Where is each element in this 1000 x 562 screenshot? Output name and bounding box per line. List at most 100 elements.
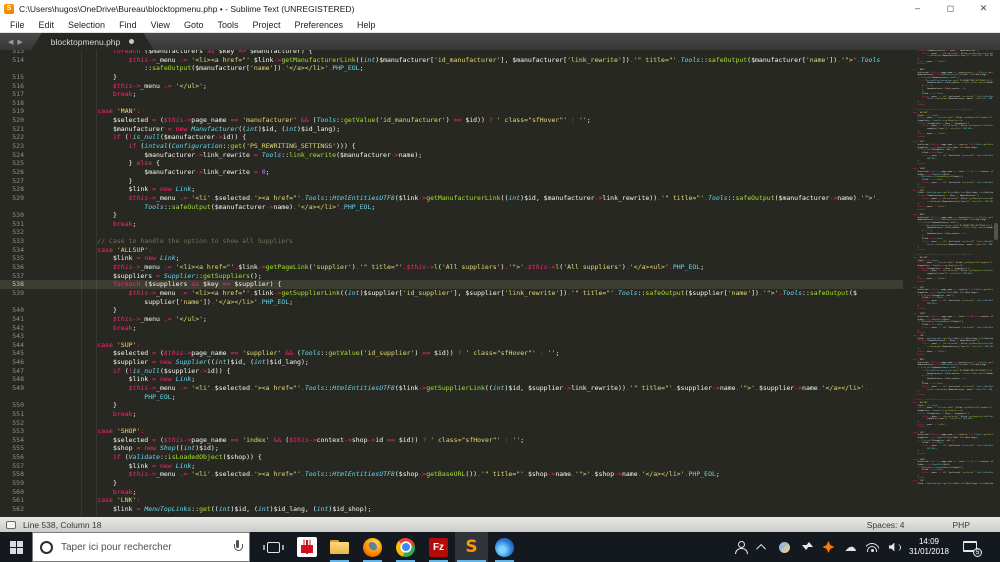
filezilla-taskbar-button[interactable]: Fz xyxy=(422,532,455,562)
code-line[interactable]: 544 case 'SUP': xyxy=(0,341,903,350)
minimap[interactable]: foreach ($manufacturers as $key => $manu… xyxy=(903,50,993,517)
code-line[interactable]: 526 $manufacturer->link_rewrite = 0; xyxy=(0,168,903,177)
menu-edit[interactable]: Edit xyxy=(32,17,62,33)
code-line[interactable]: ::safeOutput($manufacturer['name']).'</a… xyxy=(0,64,903,73)
code-line[interactable]: 519 case 'MAN': xyxy=(0,107,903,116)
menu-find[interactable]: Find xyxy=(112,17,144,33)
code-line[interactable]: 549 $this->_menu .= '<li'.$selected.'><a… xyxy=(0,384,903,393)
menu-file[interactable]: File xyxy=(3,17,32,33)
code-line[interactable]: 524 $manufacturer->link_rewrite = Tools:… xyxy=(0,151,903,160)
code-line[interactable]: 542 break; xyxy=(0,324,903,333)
code-line[interactable]: 531 break; xyxy=(0,220,903,229)
code-line[interactable]: 521 $manufacturer = new Manufacturer((in… xyxy=(0,125,903,134)
line-number: 549 xyxy=(12,383,24,392)
code-line[interactable]: 555 $shop = new Shop((int)$id); xyxy=(0,444,903,453)
code-line[interactable]: 560 break; xyxy=(0,488,903,497)
code-line[interactable]: 562 $link = MenuTopLinks::get((int)$id, … xyxy=(0,505,903,514)
gift-app-taskbar-button[interactable] xyxy=(290,532,323,562)
menu-selection[interactable]: Selection xyxy=(61,17,112,33)
sublime-taskbar-button[interactable]: S xyxy=(455,532,488,562)
taskbar-search-input[interactable]: Taper ici pour rechercher xyxy=(32,532,250,562)
code-line[interactable]: 556 if (Validate::isLoadedObject($shop))… xyxy=(0,453,903,462)
code-line[interactable]: 539 $this->_menu .= '<li><a href="'.$lin… xyxy=(0,289,903,298)
chrome-taskbar-button[interactable] xyxy=(389,532,422,562)
people-icon[interactable] xyxy=(734,540,748,554)
code-text: $link = new Link; xyxy=(922,324,943,327)
dropbox-icon[interactable] xyxy=(800,541,813,554)
browser-blue-taskbar-button[interactable] xyxy=(488,532,521,562)
folder-taskbar-button[interactable] xyxy=(323,532,356,562)
code-line[interactable]: 527 } xyxy=(0,177,903,186)
code-line[interactable]: 548 $link = new Link; xyxy=(0,375,903,384)
code-line[interactable]: 557 $link = new Link; xyxy=(0,462,903,471)
code-line[interactable]: 535 $link = new Link; xyxy=(0,254,903,263)
code-line[interactable]: 550 } xyxy=(0,401,903,410)
firefox-taskbar-button[interactable] xyxy=(356,532,389,562)
code-line[interactable]: 520 $selected = ($this->page_name == 'ma… xyxy=(0,116,903,125)
menu-preferences[interactable]: Preferences xyxy=(287,17,350,33)
code-line[interactable]: 554 $selected = ($this->page_name == 'in… xyxy=(0,436,903,445)
chevron-up-icon[interactable] xyxy=(756,541,769,554)
action-center-button[interactable]: 5 xyxy=(963,540,982,557)
code-line[interactable]: 533 // Case to handle the option to show… xyxy=(0,237,903,246)
microphone-icon[interactable] xyxy=(233,540,243,554)
code-editor[interactable]: 513 foreach ($manufacturers as $key => $… xyxy=(0,50,903,517)
code-line[interactable]: PHP_EOL; xyxy=(0,393,903,402)
code-line[interactable]: 552 xyxy=(0,419,903,428)
code-line[interactable]: supplier['name']).'</a></li>'.PHP_EOL; xyxy=(0,298,903,307)
taskbar-clock[interactable]: 14:09 31/01/2018 xyxy=(909,537,949,557)
cloud-icon[interactable]: ☁ xyxy=(844,540,857,554)
code-line[interactable]: 534 case 'ALLSUP': xyxy=(0,246,903,255)
code-line[interactable]: 538 foreach ($suppliers as $key => $supp… xyxy=(0,280,903,289)
indentation-setting[interactable]: Spaces: 4 xyxy=(867,520,905,530)
scrollbar-thumb[interactable] xyxy=(994,223,998,240)
code-line[interactable]: 518 xyxy=(0,99,903,108)
code-line[interactable]: 545 $selected = ($this->page_name == 'su… xyxy=(0,349,903,358)
code-line[interactable]: 525 } else { xyxy=(0,159,903,168)
maximize-button[interactable]: ◻ xyxy=(934,0,967,17)
code-line[interactable]: 543 xyxy=(0,332,903,341)
syntax-mode[interactable]: PHP xyxy=(953,520,970,530)
code-line[interactable]: 536 $this->_menu .= '<li><a href="'.$lin… xyxy=(0,263,903,272)
tab-blocktopmenu[interactable]: blocktopmenu.php xyxy=(31,33,154,50)
code-line[interactable]: 561 case 'LNK': xyxy=(0,496,903,505)
code-line[interactable]: 523 if (intval(Configuration::get('PS_RE… xyxy=(0,142,903,151)
code-line[interactable]: 553 case 'SHOP': xyxy=(0,427,903,436)
code-line[interactable]: 528 $link = new Link; xyxy=(0,185,903,194)
tray-circle-icon[interactable] xyxy=(778,541,791,554)
code-line[interactable]: 558 $this->_menu .= '<li'.$selected.'><a… xyxy=(0,470,903,479)
menu-tools[interactable]: Tools xyxy=(210,17,245,33)
tab-nav-right-icon[interactable]: ▶ xyxy=(17,38,22,46)
code-line[interactable]: 530 } xyxy=(0,211,903,220)
code-line[interactable]: 540 } xyxy=(0,306,903,315)
menu-help[interactable]: Help xyxy=(350,17,383,33)
menu-goto[interactable]: Goto xyxy=(177,17,211,33)
code-line[interactable]: 547 if (!is_null($supplier->id)) { xyxy=(0,367,903,376)
code-line[interactable]: 517 break; xyxy=(0,90,903,99)
avast-icon[interactable] xyxy=(822,541,835,554)
code-line[interactable]: 559 } xyxy=(0,479,903,488)
start-button[interactable] xyxy=(0,532,32,562)
code-text: $this->_menu .= '<li'.$selected.'><a hre… xyxy=(922,154,993,157)
code-line[interactable]: 516 $this->_menu .= '</ul>'; xyxy=(0,82,903,91)
code-line[interactable]: Tools::safeOutput($manufacturer->name).'… xyxy=(0,203,903,212)
code-line[interactable]: 514 $this->_menu .= '<li><a href="'.$lin… xyxy=(0,56,903,65)
code-line[interactable]: 522 if (!is_null($manufacturer->id)) { xyxy=(0,133,903,142)
code-line[interactable]: 529 $this->_menu .= '<li'.$selected.'><a… xyxy=(0,194,903,203)
code-line[interactable]: 546 $supplier = new Supplier((int)$id, (… xyxy=(0,358,903,367)
menu-project[interactable]: Project xyxy=(245,17,287,33)
code-line[interactable]: 541 $this->_menu .= '</ul>'; xyxy=(0,315,903,324)
code-line[interactable]: 551 break; xyxy=(0,410,903,419)
line-number: 553 xyxy=(12,427,24,436)
code-line[interactable]: 537 $suppliers = Supplier::getSuppliers(… xyxy=(0,272,903,281)
line-number: 516 xyxy=(12,81,24,90)
volume-icon[interactable] xyxy=(888,541,901,554)
tab-nav-left-icon[interactable]: ◀ xyxy=(8,38,13,46)
code-line[interactable]: 532 xyxy=(0,228,903,237)
minimize-button[interactable]: – xyxy=(901,0,934,17)
menu-view[interactable]: View xyxy=(144,17,177,33)
code-line[interactable]: 515 } xyxy=(0,73,903,82)
wifi-icon[interactable] xyxy=(865,542,879,552)
task-view-button[interactable] xyxy=(256,532,290,562)
close-button[interactable]: ✕ xyxy=(967,0,1000,17)
